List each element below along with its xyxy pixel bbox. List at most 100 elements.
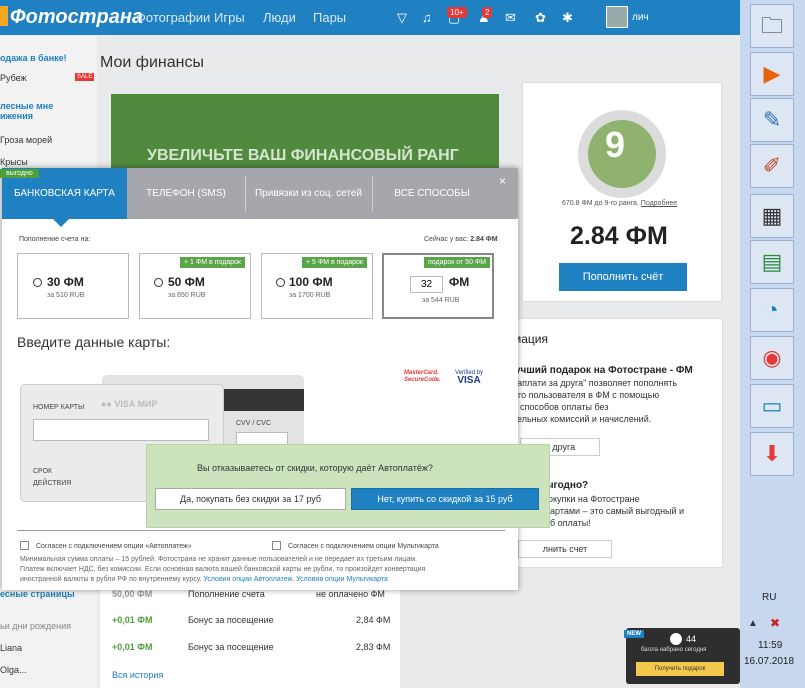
gift-text-4: тельных комиссий и начислений. (513, 414, 652, 424)
tab-social-links[interactable]: Привязки из соц. сетей (245, 168, 372, 219)
history-amount-2: +0,01 ФМ (112, 615, 153, 625)
gift-icon[interactable]: ✿ (535, 10, 546, 26)
sidebar-item-friend-1[interactable]: Liana (0, 643, 22, 653)
amount-radio-30[interactable] (33, 278, 42, 287)
rank-subtext: 670.8 ФМ до 9-го ранга. Подробнее (562, 200, 677, 207)
system-clock[interactable]: 11:59 (758, 640, 782, 651)
sidebar-item-rubezh[interactable]: Рубеж (0, 73, 27, 83)
question-text-2: артами – это самый выгодный и (550, 506, 685, 516)
confirm-question: Вы отказываетесь от скидки, которую даёт… (197, 463, 433, 473)
rank-banner[interactable] (111, 94, 499, 178)
nav-pairs[interactable]: Пары (313, 10, 346, 25)
media-player-icon[interactable]: ▶ (750, 52, 794, 96)
autopay-terms-link[interactable]: Условия опции Автоплатеж. (203, 576, 294, 583)
cvv-label: CVV / CVC (236, 420, 272, 427)
question-text-1: окупки на Фотостране (548, 494, 640, 504)
rank-banner-text: УВЕЛИЧЬТЕ ВАШ ФИНАНСОВЫЙ РАНГ (147, 147, 459, 164)
amount-radio-100[interactable] (276, 278, 285, 287)
sidebar-item-friend-2[interactable]: Olga... (0, 665, 27, 675)
payment-terms-text: Минимальная сумма оплаты – 15 рублей. Фо… (20, 555, 490, 585)
nav-photos[interactable]: Фотографии (136, 10, 210, 25)
buy-with-discount-button[interactable]: Нет, купить со скидкой за 15 руб (351, 488, 539, 510)
tray-up-arrow-icon[interactable]: ▲ (748, 618, 758, 629)
rank-more-link[interactable]: Подробнее (641, 200, 677, 207)
card-number-label: НОМЕР КАРТЫ (33, 404, 85, 411)
question-title: ыгодно? (545, 480, 589, 491)
download-icon[interactable]: ⬇ (750, 432, 794, 476)
all-history-link[interactable]: Вся история (112, 670, 163, 680)
current-balance: Сейчас у вас: 2.84 ФМ (424, 236, 498, 243)
autopay-confirm-popup (146, 444, 550, 528)
sidebar-item-birthdays[interactable]: ьи дни рождения (0, 621, 71, 631)
sidebar-item-useful[interactable]: лесные мне (0, 101, 53, 111)
current-balance-label: Сейчас у вас: (424, 236, 469, 243)
history-desc-3: Бонус за посещение (188, 642, 274, 652)
history-amount-1: 50,00 ФМ (112, 589, 153, 599)
user-name[interactable]: лич (632, 12, 649, 23)
amount-option-value: 30 ФМ (47, 275, 84, 289)
close-icon[interactable]: × (499, 174, 506, 188)
custom-amount-input[interactable] (410, 276, 443, 293)
notepad-icon[interactable]: ✎ (750, 98, 794, 142)
verified-by-visa-logo: Verified by VISA (455, 369, 483, 386)
question-text-3: б оплаты! (550, 518, 591, 528)
modal-divider (17, 530, 505, 531)
amount-option-value: 50 ФМ (168, 275, 205, 289)
messages-icon[interactable]: ✉ (505, 10, 516, 26)
music-icon[interactable]: ♫ (422, 10, 432, 25)
terms-line-2: Платеж включает НДС, без комиссии. Если … (20, 566, 426, 573)
notification-count-badge: 10+ (447, 7, 467, 18)
tab-divider (372, 176, 373, 212)
multicard-checkbox-label[interactable]: Согласен с подключением опции Мультикарт… (288, 543, 439, 550)
points-icon (670, 633, 682, 645)
gift-text-2: ого пользователя в ФМ с помощью (513, 390, 660, 400)
tab-all-methods[interactable]: ВСЕ СПОСОБЫ (372, 168, 492, 219)
language-indicator[interactable]: RU (762, 592, 776, 603)
amount-radio-50[interactable] (154, 278, 163, 287)
multicard-terms-link[interactable]: Условия опции Мультикарта (296, 576, 388, 583)
tab-phone-sms[interactable]: ТЕЛЕФОН (SMS) (127, 168, 245, 219)
system-date[interactable]: 16.07.2018 (744, 656, 794, 667)
computer-icon[interactable]: ▭ (750, 384, 794, 428)
task-manager-icon[interactable]: ▤ (750, 240, 794, 284)
balance-amount: 2.84 ФМ (570, 222, 668, 250)
chrome-icon[interactable]: ◉ (750, 336, 794, 380)
paint-icon[interactable]: ✐ (750, 144, 794, 188)
folder-icon[interactable]: 🗀 (750, 4, 794, 48)
autopay-checkbox[interactable] (20, 541, 29, 550)
settings-icon[interactable]: ✱ (562, 10, 573, 26)
bonus-badge: + 1 ФМ в подарок (180, 257, 245, 268)
nav-people[interactable]: Люди (263, 10, 296, 25)
tab-divider (245, 176, 246, 212)
brand-logo[interactable]: Фотострана (10, 6, 143, 29)
sidebar-item-krysy[interactable]: Крысы (0, 157, 28, 167)
autopay-checkbox-label[interactable]: Согласен с подключением опции «Автоплате… (36, 543, 192, 550)
clock-app-icon[interactable]: ◔ (750, 288, 794, 332)
card-number-input[interactable] (33, 419, 209, 441)
calculator-icon[interactable]: ▦ (750, 194, 794, 238)
amount-option-price: за 850 RUB (168, 292, 206, 299)
history-status-1: не оплачено ФМ (316, 589, 385, 599)
sidebar-item-groza[interactable]: Гроза морей (0, 135, 52, 145)
points-text: балла набрано сегодня (641, 647, 707, 653)
sidebar-item-bank-sale[interactable]: одажа в банке! (0, 53, 67, 63)
logo-icon[interactable] (0, 6, 8, 26)
nav-games[interactable]: Игры (214, 10, 245, 25)
diamond-icon[interactable]: ▽ (397, 10, 407, 26)
page-title: Мои финансы (100, 54, 204, 71)
bonus-badge: + 5 ФМ в подарок (302, 257, 367, 268)
buy-without-discount-button[interactable]: Да, покупать без скидки за 17 руб (155, 488, 346, 510)
amount-option-price: за 544 RUB (422, 297, 460, 304)
history-status-3: 2,83 ФМ (356, 642, 391, 652)
sidebar-item-useful-2[interactable]: ижения (0, 111, 33, 121)
profitable-tag: выгодно (0, 169, 39, 178)
sidebar-item-pages[interactable]: есные страницы (0, 589, 75, 599)
topup-account-button[interactable]: лнить счет (518, 540, 612, 558)
topup-button[interactable]: Пополнить счёт (559, 263, 687, 291)
get-gift-button[interactable]: Получить подарок (636, 662, 724, 676)
multicard-checkbox[interactable] (272, 541, 281, 550)
user-avatar[interactable] (606, 6, 628, 28)
tray-network-icon[interactable]: ✖ (770, 616, 780, 630)
card-brand-logos: ●● VISA МИР (101, 399, 158, 409)
visa-text: VISA (457, 375, 481, 386)
